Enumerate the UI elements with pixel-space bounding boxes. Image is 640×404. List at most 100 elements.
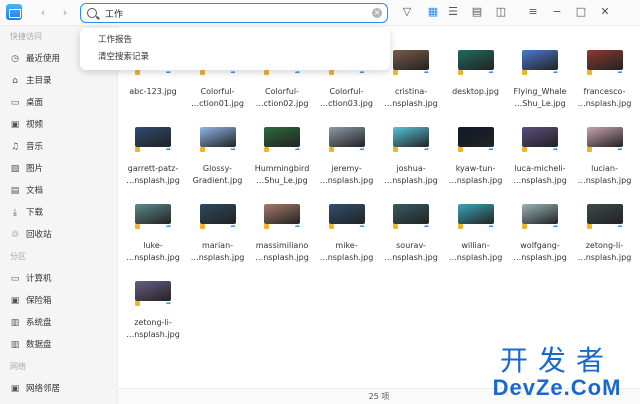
- file-item[interactable]: ➦ zetong-li- …nsplash.jpg: [574, 204, 636, 274]
- file-name-line1: desktop.jpg: [452, 87, 499, 96]
- share-icon: ➦: [359, 146, 365, 153]
- file-name-line1: garrett-patz-: [127, 164, 179, 173]
- file-item[interactable]: ➦ jeremy- …nsplash.jpg: [316, 127, 378, 197]
- file-name-line2: …nsplash.jpg: [513, 253, 567, 262]
- file-item[interactable]: ➦ luke- …nsplash.jpg: [122, 204, 184, 274]
- file-manager-app-icon: [6, 4, 22, 20]
- file-name-line1: francesco-: [583, 87, 626, 96]
- file-item[interactable]: ➦ zetong-li- …nsplash.jpg: [122, 281, 184, 351]
- file-item[interactable]: ➦ francesco- …nsplash.jpg: [574, 50, 636, 120]
- sidebar-item-system-disk[interactable]: ▥ 系统盘: [0, 312, 117, 334]
- share-icon: ➦: [553, 146, 559, 153]
- sidebar-item-vault[interactable]: ▣ 保险箱: [0, 290, 117, 312]
- menu-icon[interactable]: ≡: [526, 5, 540, 19]
- file-name: francesco- …nsplash.jpg: [574, 86, 636, 110]
- file-name: luca-micheli- …nsplash.jpg: [509, 163, 571, 187]
- file-name-line1: Colorful-: [329, 87, 364, 96]
- file-name: Colorful- …ction02.jpg: [251, 86, 313, 110]
- sidebar-item-trash[interactable]: ♲ 回收站: [0, 224, 117, 246]
- file-item[interactable]: ➦ joshua- …nsplash.jpg: [380, 127, 442, 197]
- share-icon: ➦: [295, 146, 301, 153]
- lock-icon: [135, 70, 140, 75]
- file-name: Hummingbird …Shu_Le.jpg: [251, 163, 313, 187]
- share-icon: ➦: [359, 69, 365, 76]
- maximize-icon[interactable]: □: [574, 5, 588, 19]
- share-icon: ➦: [230, 69, 236, 76]
- share-icon: ➦: [617, 223, 623, 230]
- sidebar: 快捷访问 ◷ 最近使用 ⌂ 主目录 ▭ 桌面 ▣ 视频 ♫ 音乐 ▧ 图片 ▤ 文档 ⤓ 下载 …: [0, 26, 118, 404]
- sidebar-item-computer[interactable]: ▭ 计算机: [0, 268, 117, 290]
- file-name-line1: Flying_Whale: [513, 87, 567, 96]
- filter-icon[interactable]: ▽: [400, 5, 414, 19]
- minimize-icon[interactable]: −: [550, 5, 564, 19]
- sidebar-item-documents[interactable]: ▤ 文档: [0, 180, 117, 202]
- clear-history-item[interactable]: 清空搜索记录: [80, 49, 390, 66]
- back-button[interactable]: ‹: [34, 4, 52, 22]
- file-item[interactable]: ➦ marian- …nsplash.jpg: [187, 204, 249, 274]
- file-name-line2: …nsplash.jpg: [319, 176, 374, 185]
- sidebar-item-desktop[interactable]: ▭ 桌面: [0, 92, 117, 114]
- tree-view-icon[interactable]: ▤: [470, 5, 484, 19]
- search-box[interactable]: ×: [80, 3, 388, 23]
- file-name-line1: Colorful-: [200, 87, 235, 96]
- share-icon: ➦: [166, 69, 172, 76]
- list-view-icon[interactable]: ☰: [446, 5, 460, 19]
- file-name-line2: …nsplash.jpg: [577, 176, 632, 185]
- file-name-line2: …nsplash.jpg: [190, 253, 245, 262]
- file-thumbnail: [586, 50, 623, 70]
- file-item[interactable]: ➦ garrett-patz- …nsplash.jpg: [122, 127, 184, 197]
- search-input[interactable]: [105, 6, 355, 20]
- sidebar-item-videos[interactable]: ▣ 视频: [0, 114, 117, 136]
- sidebar-item-pictures[interactable]: ▧ 图片: [0, 158, 117, 180]
- file-name: mike- …nsplash.jpg: [316, 240, 378, 264]
- share-icon: ➦: [295, 223, 301, 230]
- file-item[interactable]: ➦ kyaw-tun- …nsplash.jpg: [445, 127, 507, 197]
- file-name-line1: luke-: [143, 241, 163, 250]
- file-item[interactable]: ➦ Hummingbird …Shu_Le.jpg: [251, 127, 313, 197]
- file-name-line2: …nsplash.jpg: [577, 253, 632, 262]
- file-name-line2: …nsplash.jpg: [384, 176, 438, 185]
- file-item[interactable]: ➦ wolfgang- …nsplash.jpg: [509, 204, 571, 274]
- file-name-line1: Colorful-: [265, 87, 299, 96]
- file-item[interactable]: ➦ luca-micheli- …nsplash.jpg: [509, 127, 571, 197]
- file-item[interactable]: ➦ sourav- …nsplash.jpg: [380, 204, 442, 274]
- file-name: luke- …nsplash.jpg: [122, 240, 184, 264]
- file-name: zetong-li- …nsplash.jpg: [122, 317, 184, 341]
- icon-view-icon[interactable]: ▦: [426, 5, 440, 19]
- vault-icon: ▣: [10, 296, 20, 306]
- sidebar-item-data-disk[interactable]: ▥ 数据盘: [0, 334, 117, 356]
- forward-button[interactable]: ›: [56, 4, 74, 22]
- detail-panel-icon[interactable]: ◫: [494, 5, 508, 19]
- file-item[interactable]: ➦ willian- …nsplash.jpg: [445, 204, 507, 274]
- file-item[interactable]: ➦ lucian- …nsplash.jpg: [574, 127, 636, 197]
- sidebar-item-home[interactable]: ⌂ 主目录: [0, 70, 117, 92]
- file-name-line2: …Shu_Le.jpg: [514, 99, 566, 108]
- file-thumbnail: [522, 204, 558, 224]
- share-icon: ➦: [488, 69, 494, 76]
- desktop-icon: ▭: [10, 98, 20, 108]
- file-item[interactable]: ➦ desktop.jpg: [445, 50, 507, 120]
- trash-icon: ♲: [10, 230, 20, 240]
- suggestion-item[interactable]: 工作报告: [80, 32, 390, 49]
- sidebar-item-network-neighborhood[interactable]: ▣ 网络邻居: [0, 378, 117, 400]
- file-name: Colorful- …ction03.jpg: [316, 86, 378, 110]
- share-icon: ➦: [295, 69, 301, 76]
- file-name-line2: …nsplash.jpg: [126, 330, 180, 339]
- file-item[interactable]: ➦ mike- …nsplash.jpg: [316, 204, 378, 274]
- file-name-line2: …nsplash.jpg: [448, 253, 503, 262]
- sidebar-item-music[interactable]: ♫ 音乐: [0, 136, 117, 158]
- file-item[interactable]: ➦ Flying_Whale …Shu_Le.jpg: [509, 50, 571, 120]
- sidebar-item-downloads[interactable]: ⤓ 下载: [0, 202, 117, 224]
- share-icon: ➦: [230, 223, 236, 230]
- file-thumbnail: [264, 204, 300, 224]
- video-icon: ▣: [10, 120, 20, 130]
- file-name: jeremy- …nsplash.jpg: [316, 163, 378, 187]
- file-item[interactable]: ➦ Glossy- Gradient.jpg: [187, 127, 249, 197]
- close-icon[interactable]: ✕: [598, 5, 612, 19]
- file-thumbnail: [393, 204, 429, 224]
- lock-icon: [393, 224, 398, 229]
- clear-icon[interactable]: ×: [372, 8, 382, 18]
- file-thumbnail: [457, 204, 494, 224]
- computer-icon: ▭: [10, 274, 20, 284]
- file-item[interactable]: ➦ massimiliano …nsplash.jpg: [251, 204, 313, 274]
